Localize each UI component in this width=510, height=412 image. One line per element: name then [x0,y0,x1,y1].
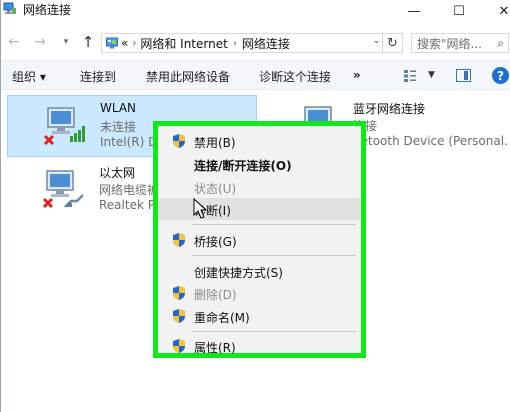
menu-item-delete: 删除(D) [158,282,361,304]
connect-to-button[interactable]: 连接到 [80,68,116,85]
network-connections-app-icon [3,2,16,14]
menu-item-rename[interactable]: 重命名(M) [158,305,361,327]
menu-item-label: 连接/断开连接(O) [194,159,292,173]
breadcrumb-separator: › [232,37,237,49]
menu-separator [192,255,356,256]
window-title: 网络连接 [23,3,72,17]
adapter-name: 蓝牙网络连接 [353,102,426,116]
menu-item-diagnose[interactable]: 诊断(I) [158,198,361,220]
uac-shield-icon [173,339,185,353]
menu-item-label: 重命名(M) [194,311,250,325]
search-input[interactable]: 搜索"网络... ⌕ [411,33,509,53]
mouse-cursor-icon [193,198,207,219]
uac-shield-icon [173,309,185,323]
adapter-device: uetooth Device (Personal... [353,134,509,148]
change-view-icon[interactable] [403,69,417,83]
up-arrow-icon[interactable]: ↑ [79,33,97,51]
more-commands-button[interactable]: » [353,68,361,82]
ethernet-adapter-icon [42,170,84,209]
breadcrumb-network-connections[interactable]: 网络连接 [242,35,290,52]
preview-pane-icon[interactable] [456,69,471,82]
context-menu: 禁用(B) 连接/断开连接(O) 状态(U) 诊断(I) 桥接(G) 创建快捷方… [158,126,361,355]
menu-separator [192,331,356,332]
breadcrumb-overflow[interactable]: « [121,36,128,50]
menu-separator [192,224,356,225]
menu-item-label: 状态(U) [194,182,237,196]
organize-menu-button[interactable]: 组织 ▾ [12,68,46,85]
network-connections-window: 网络连接 — ☐ ✕ ← → ▾ ↑ « › 网络和 Internet › 网络… [0,0,510,412]
search-placeholder: 搜索"网络... [417,36,482,51]
view-options-chevron-icon[interactable]: ▼ [428,70,435,80]
adapter-status: 网络电缆被 [99,183,160,197]
address-dropdown-chevron-icon[interactable]: ⌄ [372,36,380,46]
menu-item-status: 状态(U) [158,176,361,198]
close-button[interactable]: ✕ [481,0,510,22]
back-arrow-icon[interactable]: ← [5,33,23,51]
control-panel-icon [106,37,118,49]
context-menu-highlight: 禁用(B) 连接/断开连接(O) 状态(U) 诊断(I) 桥接(G) 创建快捷方… [153,121,366,358]
search-icon[interactable]: ⌕ [497,36,504,51]
menu-item-properties[interactable]: 属性(R) [158,335,361,357]
adapter-device: Realtek P [99,198,155,212]
adapter-status: 未连接 [100,120,137,134]
menu-item-label: 桥接(G) [194,235,237,249]
uac-shield-icon [173,134,185,148]
command-bar: 组织 ▾ 连接到 禁用此网络设备 诊断这个连接 » ▼ ? [1,60,510,90]
minimize-button[interactable]: — [391,0,437,22]
menu-item-label: 禁用(B) [194,136,236,150]
menu-item-label: 删除(D) [194,288,237,302]
address-row: ← → ▾ ↑ « › 网络和 Internet › 网络连接 ⌄ ↻ 搜索"网… [1,30,510,54]
adapter-device: Intel(R) D [100,135,158,149]
uac-shield-icon [173,233,185,247]
wireless-adapter-icon [43,107,85,146]
adapter-name: WLAN [100,101,137,115]
help-button[interactable]: ? [492,67,509,84]
refresh-icon[interactable]: ↻ [383,33,403,53]
breadcrumb-network-internet[interactable]: 网络和 Internet [140,35,227,52]
menu-item-disable[interactable]: 禁用(B) [158,130,361,152]
menu-item-label: 属性(R) [194,341,236,355]
menu-item-create-shortcut[interactable]: 创建快捷方式(S) [158,260,361,282]
address-bar[interactable]: « › 网络和 Internet › 网络连接 ⌄ [101,33,383,53]
adapter-name: 以太网 [99,166,136,180]
recent-locations-chevron-icon[interactable]: ▾ [57,33,75,51]
menu-item-bridge[interactable]: 桥接(G) [158,229,361,251]
menu-item-label: 创建快捷方式(S) [194,266,283,280]
title-bar: 网络连接 — ☐ ✕ [1,0,510,30]
uac-shield-icon [173,286,185,300]
breadcrumb-separator: › [132,37,137,49]
menu-item-connect-disconnect[interactable]: 连接/断开连接(O) [158,153,361,175]
forward-arrow-icon[interactable]: → [31,33,49,51]
disable-device-button[interactable]: 禁用此网络设备 [146,68,230,85]
diagnose-connection-button[interactable]: 诊断这个连接 [259,68,331,85]
maximize-button[interactable]: ☐ [436,0,482,22]
